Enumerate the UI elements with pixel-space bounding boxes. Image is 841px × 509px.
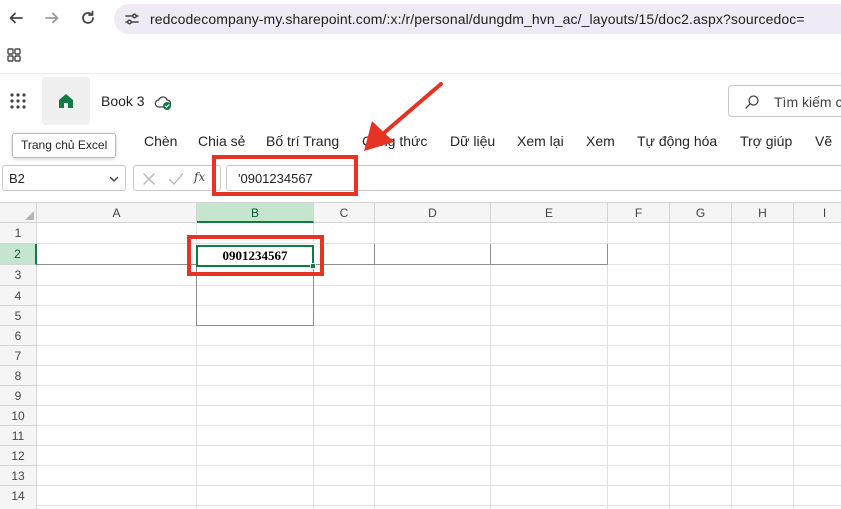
column-header-e[interactable]: E	[491, 203, 608, 223]
select-all-triangle-icon	[25, 211, 34, 220]
workbook-title[interactable]: Book 3	[101, 93, 145, 109]
excel-app-header: Book 3 Tìm kiếm c	[0, 75, 841, 127]
row-header-14[interactable]: 14	[0, 486, 37, 509]
column-header-g[interactable]: G	[670, 203, 732, 223]
cell-border	[196, 325, 314, 326]
address-bar[interactable]: redcodecompany-my.sharepoint.com/:x:/r/p…	[114, 4, 841, 34]
gridline	[37, 485, 841, 486]
app-launcher-icon[interactable]	[9, 92, 27, 110]
row-header-5[interactable]: 5	[0, 306, 37, 326]
ribbon-tabs: Chèn Chia sẻ Bố trí Trang Công thức Dữ l…	[0, 127, 841, 157]
column-header-f[interactable]: F	[608, 203, 670, 223]
name-box[interactable]: B2	[2, 165, 126, 191]
annotation-box-formula	[212, 155, 358, 196]
tab-data[interactable]: Dữ liệu	[450, 133, 495, 149]
tab-share[interactable]: Chia sẻ	[198, 133, 245, 149]
row-header-10[interactable]: 10	[0, 406, 37, 426]
cell-border	[607, 244, 608, 265]
gridline	[37, 305, 841, 306]
search-input[interactable]: Tìm kiếm c	[728, 85, 841, 117]
forward-arrow-icon	[45, 12, 59, 24]
cell-border	[490, 244, 491, 265]
confirm-edit-icon[interactable]	[168, 172, 184, 186]
home-icon	[59, 94, 73, 108]
gridline	[669, 223, 670, 509]
forward-button[interactable]	[40, 6, 64, 30]
column-header-c[interactable]: C	[314, 203, 375, 223]
gridline	[37, 445, 841, 446]
row-header-2[interactable]: 2	[0, 244, 37, 265]
gridline	[37, 405, 841, 406]
tab-draw[interactable]: Vẽ	[815, 133, 832, 149]
annotation-box-cell	[187, 235, 324, 276]
column-header-b[interactable]: B	[197, 203, 314, 223]
tab-page-layout[interactable]: Bố trí Trang	[266, 133, 339, 149]
column-header-d[interactable]: D	[375, 203, 491, 223]
gridline	[37, 285, 841, 286]
tab-automate[interactable]: Tự động hóa	[637, 133, 717, 149]
gridline	[607, 223, 608, 509]
row-header-9[interactable]: 9	[0, 386, 37, 406]
tab-view[interactable]: Xem	[586, 133, 615, 149]
row-header-12[interactable]: 12	[0, 446, 37, 466]
row-header-3[interactable]: 3	[0, 265, 37, 286]
back-button[interactable]	[4, 6, 28, 30]
gridline	[37, 365, 841, 366]
spreadsheet-grid: A B C D E F G H I 1 2 3 4 5 6 7 8 9 10 1…	[0, 202, 841, 509]
browser-toolbar: redcodecompany-my.sharepoint.com/:x:/r/p…	[0, 0, 841, 38]
home-button-tooltip: Trang chủ Excel	[12, 133, 117, 158]
row-header-11[interactable]: 11	[0, 426, 37, 446]
gridline	[37, 505, 841, 506]
search-icon	[745, 95, 759, 109]
tab-formulas[interactable]: Công thức	[362, 133, 427, 149]
gridline	[37, 243, 841, 244]
column-header-i[interactable]: I	[794, 203, 841, 223]
gridline	[793, 223, 794, 509]
cloud-saved-icon[interactable]	[154, 93, 172, 111]
insert-function-button[interactable]: fx	[194, 170, 205, 184]
back-arrow-icon	[9, 12, 23, 24]
row-header-1[interactable]: 1	[0, 223, 37, 244]
gridline	[37, 385, 841, 386]
row-header-6[interactable]: 6	[0, 326, 37, 346]
url-text: redcodecompany-my.sharepoint.com/:x:/r/p…	[150, 11, 805, 27]
tab-insert[interactable]: Chèn	[144, 133, 177, 149]
gridline	[374, 223, 375, 509]
row-header-8[interactable]: 8	[0, 366, 37, 386]
apps-grid-icon[interactable]	[7, 48, 21, 62]
reload-icon	[82, 10, 94, 24]
select-all-corner[interactable]	[0, 203, 37, 223]
column-header-a[interactable]: A	[37, 203, 197, 223]
gridline	[37, 425, 841, 426]
row-header-4[interactable]: 4	[0, 286, 37, 306]
site-settings-icon[interactable]	[124, 11, 140, 27]
row-header-7[interactable]: 7	[0, 346, 37, 366]
gridline	[37, 345, 841, 346]
tab-help[interactable]: Trợ giúp	[740, 133, 792, 149]
tab-review[interactable]: Xem lại	[517, 133, 564, 149]
gridline	[731, 223, 732, 509]
bookmark-bar	[0, 38, 841, 74]
gridline	[37, 465, 841, 466]
cell-border	[374, 244, 375, 265]
column-header-h[interactable]: H	[732, 203, 794, 223]
row-header-13[interactable]: 13	[0, 466, 37, 486]
search-placeholder: Tìm kiếm c	[774, 94, 841, 110]
reload-button[interactable]	[76, 6, 100, 30]
gridline	[37, 325, 841, 326]
excel-home-button[interactable]	[42, 77, 90, 125]
cancel-edit-icon[interactable]	[142, 172, 156, 186]
formula-actions: fx	[133, 165, 221, 191]
formula-bar: B2 fx '0901234567	[0, 162, 841, 194]
gridline	[490, 223, 491, 509]
name-box-value: B2	[9, 171, 25, 186]
chevron-down-icon[interactable]	[109, 174, 119, 184]
